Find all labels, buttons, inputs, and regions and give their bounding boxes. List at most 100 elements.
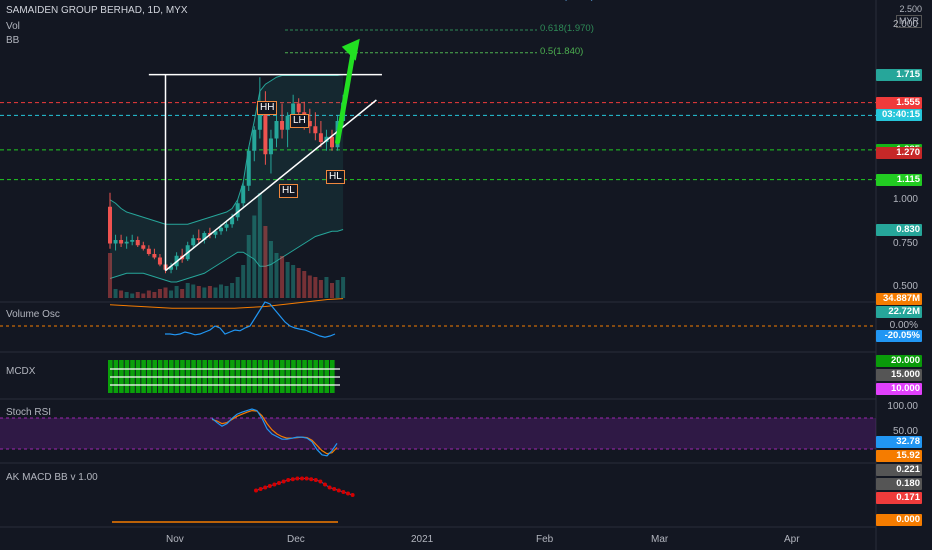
candle-body-5	[135, 240, 140, 246]
candle-body-6	[141, 245, 146, 249]
volume-bar-7	[146, 290, 151, 298]
volume-bar-17	[202, 287, 207, 298]
symbol-title[interactable]: SAMAIDEN GROUP BERHAD, 1D, MYX	[6, 4, 188, 18]
volume-bar-39	[324, 277, 329, 298]
macd-dot-2	[263, 485, 268, 490]
candle-body-21	[224, 224, 229, 228]
pattern-annotation-1[interactable]: LH	[290, 114, 309, 128]
pattern-annotation-3[interactable]: HL	[326, 170, 345, 184]
macd-dot-17	[332, 487, 337, 491]
ak-macd-label[interactable]: AK MACD BB v 1.00	[6, 471, 98, 485]
candle-body-25	[246, 150, 251, 186]
volume-bar-30	[274, 253, 279, 298]
candle-body-3	[124, 241, 129, 244]
volume-bar-20	[219, 284, 223, 298]
mcdx-tag-15: 15.000	[876, 369, 922, 381]
price-axis-top-value: 2.500	[899, 4, 922, 14]
pattern-annotation-2[interactable]: HL	[279, 184, 298, 198]
volume-bar-5	[135, 292, 140, 298]
volume-bar-38	[318, 280, 323, 298]
macd-dot-18	[336, 488, 341, 493]
volume-bar-27	[257, 193, 262, 298]
macd-dot-16	[327, 485, 332, 490]
time-axis-label-5: Apr	[784, 534, 800, 545]
fib-label-2: 0.618(1.970)	[540, 23, 594, 34]
bollinger-fill	[110, 74, 344, 282]
volume-bar-14	[185, 283, 190, 298]
volume-bar-18	[207, 286, 212, 298]
fib-label-1: 0.786(2.155)	[540, 0, 594, 2]
candle-body-29	[268, 138, 273, 155]
volume-bar-40	[330, 283, 334, 298]
price-tag-5: 1.115	[876, 173, 922, 186]
volume-bar-12	[174, 286, 179, 298]
macd-dot-20	[346, 491, 350, 496]
price-tag-1: 1.555	[876, 96, 922, 109]
volume-bar-21	[224, 286, 229, 298]
candle-body-31	[280, 121, 285, 130]
volume-bar-22	[230, 283, 235, 298]
price-tag-2: 03:40:15	[876, 109, 922, 122]
volume-bar-13	[180, 289, 185, 298]
candle-body-2	[119, 240, 124, 244]
price-tag-6: 0.830	[876, 223, 922, 236]
mcdx-tag-10: 10.000	[876, 383, 922, 395]
volume-bar-19	[213, 287, 218, 298]
macd-dot-7	[286, 478, 291, 482]
volume-bar-1	[113, 289, 118, 298]
volume-bar-8	[152, 292, 157, 298]
candle-body-40	[330, 136, 334, 148]
vol-indicator-label[interactable]: Vol	[6, 20, 20, 34]
bb-indicator-label[interactable]: BB	[6, 34, 19, 48]
candle-body-26	[252, 129, 257, 151]
macd-dot-11	[304, 476, 309, 481]
time-axis-label-4: Mar	[651, 534, 669, 545]
price-axis-label-1: 2.000	[892, 18, 918, 30]
macd-dot-5	[277, 481, 281, 485]
volume-osc-label[interactable]: Volume Osc	[6, 308, 60, 322]
volume-bar-41	[335, 280, 340, 298]
volume-bar-6	[141, 293, 146, 298]
macd-dot-15	[323, 482, 327, 487]
macd-dot-0	[254, 488, 258, 493]
volume-bar-33	[291, 265, 296, 298]
volume-bar-26	[252, 215, 257, 298]
candle-body-0	[108, 206, 112, 244]
candle-body-37	[313, 126, 318, 134]
macd-tag-1: 0.221	[876, 464, 922, 476]
stoch-rsi-label[interactable]: Stoch RSI	[6, 406, 51, 420]
mcdx-tag-20: 20.000	[876, 355, 922, 367]
volume-bar-15	[191, 284, 196, 298]
volume-bar-4	[130, 293, 135, 298]
macd-dot-13	[313, 478, 318, 482]
macd-dot-4	[272, 482, 277, 487]
time-axis-label-2: 2021	[411, 534, 434, 545]
volume-bar-28	[263, 226, 268, 298]
volume-bar-42	[341, 277, 346, 298]
volume-ma-line	[109, 298, 344, 309]
macd-dot-8	[290, 477, 295, 482]
volume-bar-11	[169, 290, 174, 298]
time-axis-label-1: Dec	[287, 534, 305, 545]
price-axis-label-3: 0.750	[892, 237, 918, 249]
macd-tag-2: 0.180	[876, 478, 922, 490]
mcdx-label[interactable]: MCDX	[6, 365, 35, 379]
time-axis-label-3: Feb	[536, 534, 554, 545]
candle-body-9	[157, 257, 162, 265]
macd-dot-14	[318, 479, 323, 484]
macd-dot-19	[341, 490, 346, 494]
price-tag-8: 22.72M	[876, 305, 922, 318]
volume-bar-0	[108, 253, 112, 298]
candle-body-1	[113, 240, 118, 244]
pattern-annotation-0[interactable]: HH	[257, 101, 278, 115]
macd-dot-6	[281, 479, 286, 484]
macd-dot-10	[300, 476, 304, 481]
macd-tag-3: 0.171	[876, 492, 922, 504]
stoch-tag-d: 15.92	[876, 450, 922, 462]
volume-bar-36	[307, 275, 312, 298]
stoch-axis-100: 100.00	[887, 401, 918, 412]
time-axis-label-0: Nov	[166, 534, 184, 545]
macd-dot-3	[267, 484, 272, 488]
price-tag-4: 1.270	[876, 146, 922, 159]
chart-canvas[interactable]	[0, 0, 932, 550]
